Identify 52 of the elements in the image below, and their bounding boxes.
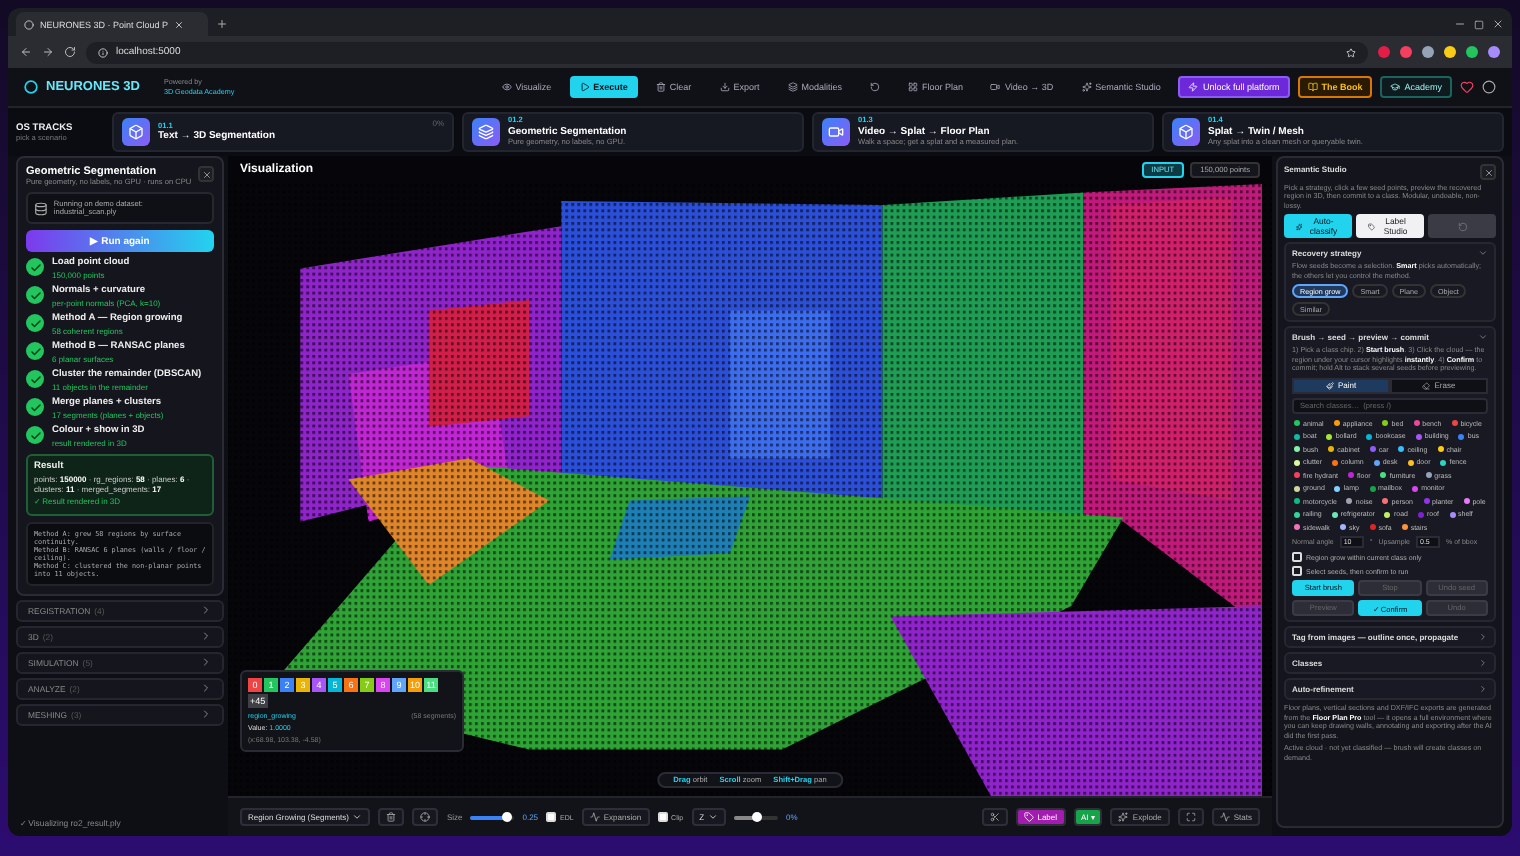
- logo-icon: [24, 80, 38, 94]
- trash-button[interactable]: [378, 808, 405, 826]
- close-button[interactable]: [198, 166, 214, 182]
- tag-icon: [1023, 812, 1034, 822]
- caret-icon: [708, 812, 719, 822]
- sparkles-icon: [1118, 812, 1129, 822]
- heart-icon: [1460, 80, 1474, 94]
- reload-icon: [64, 46, 76, 58]
- crosshair-icon: [420, 812, 431, 822]
- export-icon: [719, 82, 730, 92]
- database-icon: [34, 201, 48, 215]
- star-icon: [1346, 47, 1356, 57]
- fullscreen-icon: [1185, 812, 1196, 822]
- chevron-icon[interactable]: [1478, 332, 1488, 343]
- maximize-icon: [1474, 20, 1484, 30]
- cube-icon: [1172, 118, 1200, 146]
- close-button[interactable]: [1480, 164, 1496, 180]
- fullscreen-button[interactable]: [1177, 808, 1204, 826]
- scissors-icon: [989, 812, 1000, 822]
- scissors-button[interactable]: [981, 808, 1008, 826]
- close-icon: [1492, 18, 1504, 30]
- eraser-icon: [1422, 381, 1431, 390]
- bolt-icon: [1188, 82, 1199, 92]
- tag-icon: [1368, 221, 1376, 232]
- video-icon: [822, 118, 850, 146]
- minimize-icon: [1454, 18, 1466, 30]
- pulse-icon: [589, 812, 600, 822]
- cube-icon: [122, 118, 150, 146]
- layers-icon: [787, 82, 798, 92]
- reset-icon: [869, 82, 880, 92]
- crosshair-button[interactable]: [412, 808, 439, 826]
- trash-icon: [386, 812, 397, 822]
- back-icon: [20, 46, 32, 58]
- page-icon: [24, 19, 34, 29]
- pulse-icon: [1219, 812, 1230, 822]
- video-icon: [990, 82, 1001, 92]
- chevron-icon[interactable]: [1478, 248, 1488, 259]
- sparkles-icon: [1296, 221, 1303, 232]
- forward-icon: [42, 46, 54, 58]
- eye-icon: [501, 82, 512, 92]
- new-tab-icon: [216, 18, 228, 30]
- graduation-cap-icon: [1390, 82, 1401, 92]
- play-icon: [579, 82, 590, 92]
- book-icon: [1307, 82, 1318, 92]
- floor-plan-icon: [907, 82, 918, 92]
- undo-icon: [1457, 221, 1467, 232]
- trash-icon: [655, 82, 666, 92]
- sparkles-icon: [1081, 82, 1092, 92]
- layers-icon: [472, 118, 500, 146]
- brush-icon: [1325, 381, 1334, 390]
- caret-icon: [352, 812, 363, 822]
- info-icon: [98, 47, 108, 57]
